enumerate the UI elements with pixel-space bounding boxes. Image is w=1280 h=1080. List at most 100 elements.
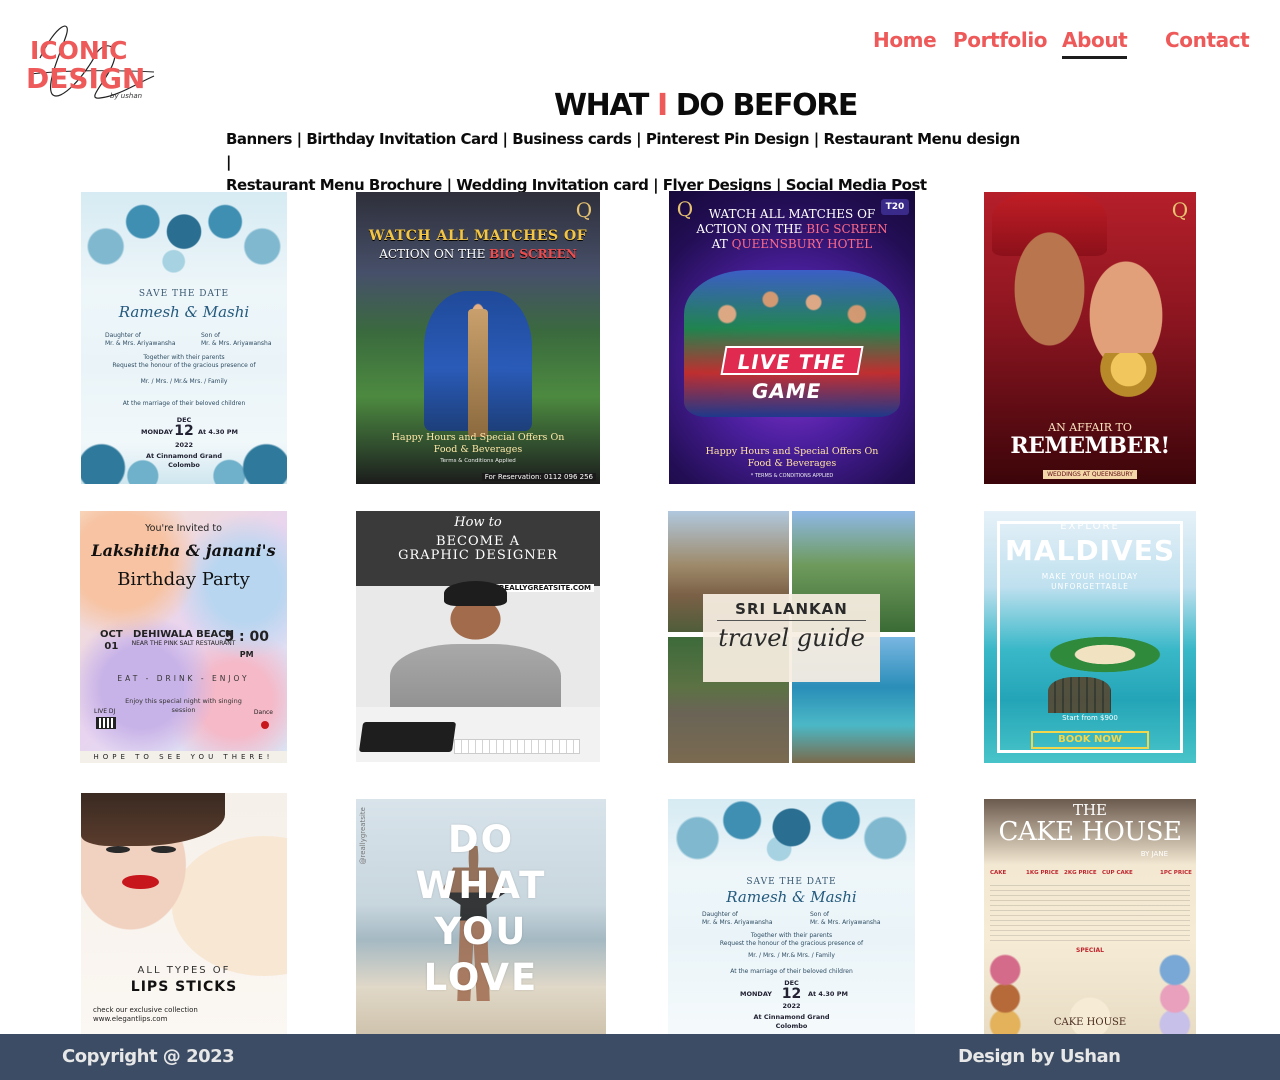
wedding-together: Together with their parents: [143, 354, 225, 361]
gallery-item-cricket-banner[interactable]: Q WATCH ALL MATCHES OF ACTION ON THE BIG…: [356, 192, 600, 484]
page-title: WHAT I DO BEFORE: [0, 88, 1280, 123]
cricket-offer-food: Food & Beverages: [433, 444, 523, 455]
wedding2-day: 12: [781, 986, 802, 1002]
dance-icon: [261, 721, 269, 729]
dwyl-word3: YOU: [434, 910, 528, 953]
maldives-explore: EXPLORE: [1060, 521, 1120, 532]
nav-about-label: About: [1062, 28, 1128, 52]
wedding-son-of: Son of Mr. & Mrs. Ariyawansha: [201, 332, 272, 347]
gallery-item-cake-house-menu[interactable]: THE CAKE HOUSE BY JANE CAKE 1KG PRICE 2K…: [984, 799, 1196, 1034]
trophy-icon: [468, 308, 488, 438]
wedding-request: Request the honour of the gracious prese…: [112, 362, 256, 369]
couple-remember: REMEMBER!: [1010, 433, 1170, 459]
dwyl-word4: LOVE: [423, 956, 539, 999]
wedding-save-the-date: SAVE THE DATE: [138, 289, 230, 299]
wedding2-city: Colombo: [775, 1022, 808, 1030]
maldives-sub2: UNFORGETTABLE: [1051, 582, 1129, 591]
bday-enjoy: Enjoy this special night with singing se…: [125, 697, 242, 714]
cake-menu-list: [990, 881, 1190, 943]
cricket-offer: Happy Hours and Special Offers On: [391, 432, 565, 443]
gallery-item-wedding-invitation-2[interactable]: SAVE THE DATE Ramesh & Mashi Daughter of…: [668, 799, 915, 1034]
wedding-time: At 4.30 PM: [198, 428, 238, 436]
maldives-book-now: BOOK NOW: [1030, 731, 1150, 749]
travel-sri-lankan: SRI LANKAN: [735, 600, 848, 619]
nav-home[interactable]: Home: [873, 28, 937, 52]
wedding2-names: Ramesh & Mashi: [726, 888, 857, 906]
banner-rule-top: [716, 620, 867, 622]
live-headline: WATCH ALL MATCHES OF: [708, 207, 876, 221]
wedding2-marriage: At the marriage of their beloved childre…: [730, 968, 853, 975]
dwyl-word2: WHAT: [415, 864, 547, 907]
live-offer-food: Food & Beverages: [747, 458, 837, 469]
wedding2-venue: At Cinnamond Grand: [753, 1013, 830, 1021]
nav-portfolio[interactable]: Portfolio: [953, 28, 1048, 52]
nav-contact[interactable]: Contact: [1165, 28, 1250, 52]
categories-line1: Banners | Birthday Invitation Card | Bus…: [226, 130, 1020, 171]
bday-details-row: OCT 01 DEHIWALA BEACH NEAR THE PINK SALT R…: [88, 629, 279, 665]
gallery-item-live-the-game[interactable]: Q T20 WATCH ALL MATCHES OF ACTION ON THE…: [669, 191, 915, 484]
footer-copyright: Copyright @ 2023: [62, 1046, 235, 1067]
bday-place: DEHIWALA BEACH NEAR THE PINK SALT RESTAUR…: [131, 629, 236, 647]
wedding-guests: Mr. / Mrs. / Mr.& Mrs. / Family: [140, 378, 228, 385]
wedding-city: Colombo: [168, 461, 200, 469]
queensbury-logo-icon: Q: [575, 198, 593, 222]
gallery-item-maldives[interactable]: EXPLORE MALDIVES MAKE YOUR HOLIDAY UNFOR…: [984, 511, 1196, 763]
maldives-title: MALDIVES: [1005, 534, 1175, 567]
cake-by: BY JANE: [1140, 850, 1168, 858]
wedding2-request: Request the honour of the gracious prese…: [719, 940, 864, 947]
page-footer: Copyright @ 2023 Design by Ushan: [0, 1034, 1280, 1080]
bday-date: OCT 01: [100, 629, 123, 652]
travel-guide-title: travel guide: [718, 624, 865, 653]
queensbury-logo-icon: Q: [1171, 198, 1189, 222]
main-nav: Home Portfolio About Contact: [0, 28, 1280, 60]
title-part2: DO BEFORE: [675, 88, 859, 123]
drawing-tablet-icon: [358, 721, 456, 752]
maldives-sub1: MAKE YOUR HOLIDAY: [1041, 572, 1139, 581]
live-terms: * TERMS & CONDITIONS APPLIED: [750, 473, 834, 479]
bride-jewellery: [1068, 352, 1188, 406]
live-offer: Happy Hours and Special Offers On: [705, 446, 879, 457]
nav-about[interactable]: About: [1062, 28, 1128, 59]
footer-credit: Design by Ushan: [958, 1046, 1121, 1067]
gallery-item-graphic-designer[interactable]: How to BECOME A GRAPHIC DESIGNER REALLYG…: [356, 511, 600, 762]
wedding-day: 12: [174, 423, 194, 439]
maldives-price: Start from $900: [1062, 714, 1118, 722]
bday-party: Birthday Party: [117, 569, 250, 590]
bday-dance: Dance: [253, 709, 273, 716]
couple-weddings-tag: WEDDINGS AT QUEENSBURY: [984, 461, 1196, 480]
wedding-year: 2022: [174, 441, 194, 449]
nav-active-underline: [1062, 56, 1128, 59]
gallery-item-wedding-invitation[interactable]: SAVE THE DATE Ramesh & Mashi Daughter of…: [81, 192, 287, 484]
bday-invited: You're Invited to: [145, 523, 222, 534]
lips-all-types: ALL TYPES OF: [137, 965, 231, 976]
live-subheadline: ACTION ON THE BIG SCREEN: [696, 222, 888, 236]
dwyl-word1: DO: [447, 818, 515, 861]
flower-decoration-top: [81, 192, 287, 292]
keyboard-icon: [453, 739, 581, 755]
cake-special: SPECIAL: [1076, 947, 1104, 955]
lips-title: LIPS STICKS: [130, 979, 238, 995]
lips-check: check our exclusive collection www.elegan…: [93, 1006, 198, 1023]
gallery-item-birthday-invitation[interactable]: You're Invited to Lakshitha & janani's B…: [80, 511, 287, 763]
live-venue: AT QUEENSBURY HOTEL: [711, 237, 873, 251]
title-part1: WHAT: [553, 88, 649, 123]
cake-title: CAKE HOUSE: [998, 817, 1182, 847]
wedding2-time: At 4.30 PM: [808, 990, 848, 998]
cricket-headline: WATCH ALL MATCHES OF: [368, 228, 588, 244]
gallery-item-wedding-couple[interactable]: Q AN AFFAIR TO REMEMBER! WEDDINGS AT QUE…: [984, 192, 1196, 484]
cake-menu-header: CAKE 1KG PRICE 2KG PRICE CUP CAKE 1PC PR…: [990, 869, 1192, 876]
maldives-island-image: [1034, 631, 1175, 678]
wedding2-daughter-of: Daughter of Mr. & Mrs. Ariyawansha: [702, 911, 773, 926]
designer-line1: BECOME A: [436, 534, 520, 549]
wedding2-together: Together with their parents: [750, 932, 833, 939]
gallery-item-lipstick[interactable]: ALL TYPES OF LIPS STICKS check our exclu…: [81, 793, 287, 1034]
wedding-marriage: At the marriage of their beloved childre…: [122, 400, 246, 407]
categories-list: Banners | Birthday Invitation Card | Bus…: [226, 128, 1026, 197]
gallery-item-do-what-you-love[interactable]: @reallygreatsite DO WHAT YOU LOVE: [356, 799, 606, 1034]
live-the-game-label: LIVE THE GAME: [720, 346, 864, 403]
gallery-item-sri-lanka-travel[interactable]: SRI LANKAN travel guide: [668, 511, 915, 763]
wedding2-son-of: Son of Mr. & Mrs. Ariyawansha: [810, 911, 881, 926]
designer-line2: GRAPHIC DESIGNER: [398, 548, 558, 563]
wedding-names: Ramesh & Mashi: [118, 303, 250, 321]
wedding2-guests: Mr. / Mrs. / Mr.& Mrs. / Family: [748, 952, 835, 959]
